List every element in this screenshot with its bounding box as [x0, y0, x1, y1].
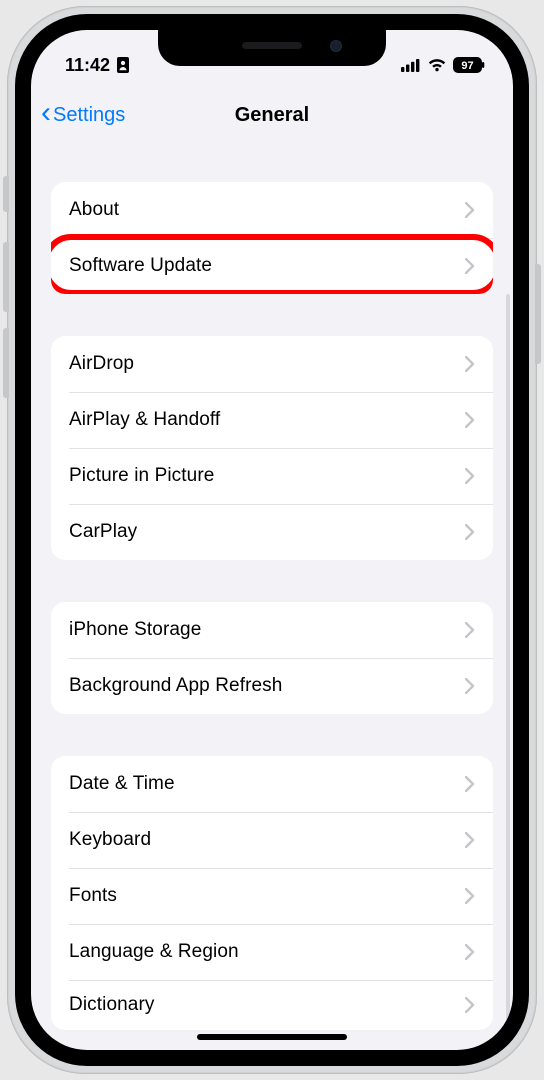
speaker-grille: [242, 42, 302, 49]
row-airplay-handoff[interactable]: AirPlay & Handoff: [51, 392, 493, 448]
page-title: General: [235, 104, 309, 127]
settings-group: Date & Time Keyboard Fonts Language & Re…: [51, 756, 493, 1030]
row-date-time[interactable]: Date & Time: [51, 756, 493, 812]
settings-content[interactable]: About Software Update AirDrop: [31, 144, 513, 1050]
front-camera: [330, 40, 342, 52]
row-label: About: [69, 199, 119, 221]
notch: [158, 30, 386, 66]
mute-switch: [3, 176, 9, 212]
chevron-right-icon: [465, 776, 475, 792]
settings-group: AirDrop AirPlay & Handoff Picture in Pic…: [51, 336, 493, 560]
row-label: iPhone Storage: [69, 619, 201, 641]
chevron-right-icon: [465, 412, 475, 428]
screen: 11:42 97: [31, 30, 513, 1050]
settings-group: iPhone Storage Background App Refresh: [51, 602, 493, 714]
row-about[interactable]: About: [51, 182, 493, 238]
chevron-left-icon: ‹: [41, 98, 51, 128]
volume-down-button: [3, 328, 9, 398]
back-label: Settings: [53, 104, 125, 127]
row-label: AirPlay & Handoff: [69, 409, 220, 431]
row-label: Fonts: [69, 885, 117, 907]
chevron-right-icon: [465, 202, 475, 218]
back-button[interactable]: ‹ Settings: [41, 102, 125, 128]
contacts-indicator-icon: [116, 57, 130, 73]
chevron-right-icon: [465, 944, 475, 960]
row-label: Dictionary: [69, 994, 154, 1016]
cellular-signal-icon: [401, 58, 421, 72]
chevron-right-icon: [465, 622, 475, 638]
nav-bar: ‹ Settings General: [31, 86, 513, 144]
row-picture-in-picture[interactable]: Picture in Picture: [51, 448, 493, 504]
row-label: Keyboard: [69, 829, 151, 851]
status-time: 11:42: [65, 55, 110, 76]
chevron-right-icon: [465, 832, 475, 848]
chevron-right-icon: [465, 888, 475, 904]
row-label: Background App Refresh: [69, 675, 282, 697]
row-label: AirDrop: [69, 353, 134, 375]
row-label: Picture in Picture: [69, 465, 214, 487]
svg-text:97: 97: [461, 60, 473, 72]
row-fonts[interactable]: Fonts: [51, 868, 493, 924]
phone-frame: 11:42 97: [7, 6, 537, 1074]
row-label: CarPlay: [69, 521, 137, 543]
scroll-indicator: [506, 294, 510, 1024]
power-button: [535, 264, 541, 364]
row-dictionary[interactable]: Dictionary: [51, 980, 493, 1030]
row-background-app-refresh[interactable]: Background App Refresh: [51, 658, 493, 714]
row-label: Language & Region: [69, 941, 239, 963]
chevron-right-icon: [465, 258, 475, 274]
volume-up-button: [3, 242, 9, 312]
row-carplay[interactable]: CarPlay: [51, 504, 493, 560]
chevron-right-icon: [465, 356, 475, 372]
row-airdrop[interactable]: AirDrop: [51, 336, 493, 392]
chevron-right-icon: [465, 997, 475, 1013]
row-label: Software Update: [69, 255, 212, 277]
battery-icon: 97: [453, 57, 485, 73]
row-keyboard[interactable]: Keyboard: [51, 812, 493, 868]
phone-bezel: 11:42 97: [15, 14, 529, 1066]
row-label: Date & Time: [69, 773, 175, 795]
home-indicator[interactable]: [197, 1034, 347, 1040]
chevron-right-icon: [465, 524, 475, 540]
wifi-icon: [427, 58, 447, 72]
row-language-region[interactable]: Language & Region: [51, 924, 493, 980]
chevron-right-icon: [465, 468, 475, 484]
row-iphone-storage[interactable]: iPhone Storage: [51, 602, 493, 658]
settings-group: About Software Update: [51, 182, 493, 294]
row-software-update[interactable]: Software Update: [51, 238, 493, 294]
chevron-right-icon: [465, 678, 475, 694]
